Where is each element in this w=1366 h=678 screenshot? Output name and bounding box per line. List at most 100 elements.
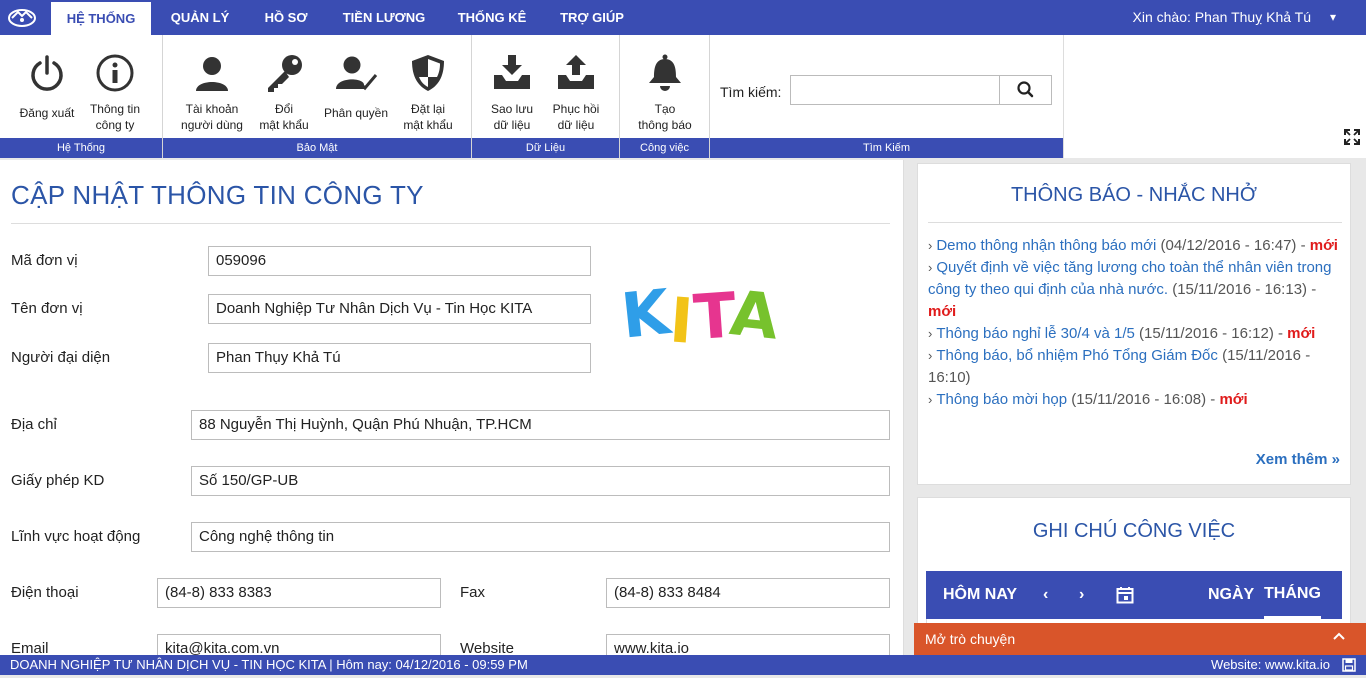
chevron-right-icon: ›	[928, 260, 933, 275]
see-more-label: Xem thêm	[1255, 451, 1328, 468]
search-input[interactable]	[790, 75, 1000, 105]
ribbon-group-search-caption: Tìm Kiếm	[710, 138, 1063, 158]
user-icon	[196, 57, 228, 91]
kita-logo-letter-i: I	[667, 283, 695, 352]
tab-tro-giup[interactable]: TRỢ GIÚP	[551, 0, 633, 35]
search-button[interactable]	[999, 75, 1052, 105]
address-input[interactable]: 88 Nguyễn Thị Huỳnh, Quận Phú Nhuận, TP.…	[191, 410, 890, 440]
notice-link[interactable]: Thông báo mời họp	[936, 391, 1067, 408]
website-input[interactable]: www.kita.io	[606, 634, 890, 655]
company-info-button[interactable]: Thông tin công ty	[80, 53, 150, 133]
fax-input[interactable]: (84-8) 833 8484	[606, 578, 890, 608]
ribbon-toolbar: Đăng xuất Thông tin công ty Hệ Thống Tài…	[0, 35, 1063, 158]
notice-link[interactable]: Thông báo nghỉ lễ 30/4 và 1/5	[936, 325, 1135, 342]
reset-password-label: Đặt lại mật khẩu	[403, 102, 453, 132]
unit-code-input[interactable]: 059096	[208, 246, 591, 276]
notice-item: › Thông báo mời họp (15/11/2016 - 16:08) …	[928, 389, 1342, 411]
notice-link[interactable]: Thông báo, bổ nhiệm Phó Tổng Giám Đốc	[936, 347, 1218, 364]
notice-list: › Demo thông nhận thông báo mới (04/12/20…	[928, 235, 1342, 411]
user-account-label: Tài khoản người dùng	[181, 102, 243, 132]
power-icon	[31, 55, 63, 91]
email-label: Email	[11, 640, 49, 655]
today-button[interactable]: HÔM NAY	[943, 571, 1017, 619]
change-password-button[interactable]: Đổi mật khẩu	[251, 53, 317, 133]
calendar-icon[interactable]	[1116, 586, 1134, 609]
notice-date: (15/11/2016 - 16:08) -	[1067, 391, 1220, 408]
notice-link[interactable]: Demo thông nhận thông báo mới	[936, 237, 1156, 254]
notice-date: (15/11/2016 - 16:13) -	[1168, 281, 1317, 298]
permissions-label: Phân quyền	[323, 106, 389, 120]
notice-item: › Thông báo nghỉ lễ 30/4 và 1/5 (15/11/20…	[928, 323, 1342, 345]
ribbon-group-security-caption: Bảo Mật	[163, 138, 471, 158]
permissions-button[interactable]: Phân quyền	[320, 53, 392, 121]
ribbon-group-search: Tìm kiếm: Tìm Kiếm	[710, 35, 1063, 158]
restore-label: Phục hồi dữ liệu	[552, 102, 600, 132]
day-view-button[interactable]: NGÀY	[1208, 571, 1254, 619]
next-arrow-icon[interactable]: ›	[1079, 571, 1084, 619]
change-password-label: Đổi mật khẩu	[259, 102, 309, 132]
license-label: Giấy phép KD	[11, 472, 105, 489]
chat-bar[interactable]: Mở trò chuyện	[914, 623, 1366, 655]
kita-logo-letter-k: K	[620, 275, 675, 352]
chevron-right-icon: ›	[928, 238, 933, 253]
representative-label: Người đại diện	[11, 349, 111, 366]
phone-input[interactable]: (84-8) 833 8383	[157, 578, 441, 608]
footer-company-date: DOANH NGHIỆP TƯ NHÂN DỊCH VỤ - TIN HỌC K…	[10, 657, 528, 672]
restore-button[interactable]: Phục hồi dữ liệu	[544, 53, 608, 133]
backup-label: Sao lưu dữ liệu	[490, 102, 534, 132]
ribbon-group-system-caption: Hệ Thống	[0, 138, 162, 158]
page-title: CẬP NHẬT THÔNG TIN CÔNG TY	[11, 180, 424, 210]
notice-date: (04/12/2016 - 16:47) -	[1156, 237, 1310, 254]
notice-item: › Thông báo, bổ nhiệm Phó Tổng Giám Đốc (…	[928, 345, 1342, 389]
notice-title: THÔNG BÁO - NHẮC NHỞ	[1010, 184, 1258, 206]
notice-item: › Quyết định về việc tăng lương cho toàn …	[928, 257, 1342, 323]
notice-date: (15/11/2016 - 16:12) -	[1134, 325, 1288, 342]
save-disk-icon[interactable]	[1342, 658, 1356, 678]
ribbon-group-system: Đăng xuất Thông tin công ty Hệ Thống	[0, 35, 163, 158]
logout-button[interactable]: Đăng xuất	[12, 53, 82, 121]
unit-code-label: Mã đơn vị	[11, 252, 78, 269]
email-input[interactable]: kita@kita.com.vn	[157, 634, 441, 655]
create-notice-label: Tạo thông báo	[638, 102, 692, 132]
app-logo-icon[interactable]	[6, 6, 38, 28]
task-notes-title: GHI CHÚ CÔNG VIỆC	[1032, 520, 1236, 542]
ribbon-group-work-caption: Công việc	[620, 138, 709, 158]
new-badge: mới	[1287, 325, 1316, 342]
prev-arrow-icon[interactable]: ‹	[1043, 571, 1048, 619]
user-greeting[interactable]: Xin chào: Phan Thuỵ Khả Tú	[1133, 0, 1312, 35]
backup-button[interactable]: Sao lưu dữ liệu	[482, 53, 542, 133]
notice-item: › Demo thông nhận thông báo mới (04/12/20…	[928, 235, 1342, 257]
calendar-toolbar: HÔM NAY ‹ › NGÀY THÁNG	[926, 571, 1342, 619]
representative-input[interactable]: Phan Thụy Khả Tú	[208, 343, 591, 373]
tab-tien-luong[interactable]: TIỀN LƯƠNG	[333, 0, 435, 35]
notice-panel: THÔNG BÁO - NHẮC NHỞ › Demo thông nhận th…	[917, 163, 1351, 485]
see-more-link[interactable]: Xem thêm »	[1256, 451, 1340, 468]
kita-logo-letter-a: A	[727, 276, 780, 352]
chevron-up-icon[interactable]	[1332, 629, 1346, 646]
info-icon	[96, 54, 134, 92]
business-field-input[interactable]: Công nghệ thông tin	[191, 522, 890, 552]
address-label: Địa chỉ	[11, 416, 57, 433]
company-info-label: Thông tin công ty	[89, 102, 141, 132]
footer-website[interactable]: Website: www.kita.io	[1211, 655, 1330, 675]
logout-label: Đăng xuất	[19, 106, 75, 120]
ribbon-group-work: Tạo thông báo Công việc	[620, 35, 710, 158]
license-input[interactable]: Số 150/GP-UB	[191, 466, 890, 496]
tab-he-thong[interactable]: HỆ THỐNG	[51, 2, 151, 35]
create-notice-button[interactable]: Tạo thông báo	[630, 53, 700, 133]
key-icon	[268, 55, 302, 92]
fullscreen-icon[interactable]	[1344, 129, 1360, 150]
tab-ho-so[interactable]: HỒ SƠ	[255, 0, 317, 35]
user-account-button[interactable]: Tài khoản người dùng	[176, 53, 248, 133]
unit-name-input[interactable]: Doanh Nghiệp Tư Nhân Dịch Vụ - Tin Học K…	[208, 294, 591, 324]
ribbon-group-data-caption: Dữ Liệu	[472, 138, 619, 158]
shield-icon	[412, 55, 444, 91]
month-view-button[interactable]: THÁNG	[1264, 571, 1321, 619]
fax-label: Fax	[460, 584, 486, 601]
reset-password-button[interactable]: Đặt lại mật khẩu	[395, 53, 461, 133]
tab-thong-ke[interactable]: THỐNG KÊ	[449, 0, 535, 35]
user-menu-caret-icon[interactable]: ▾	[1330, 0, 1336, 35]
chevron-right-icon: ›	[928, 326, 933, 341]
tab-quan-ly[interactable]: QUẢN LÝ	[160, 0, 240, 35]
title-divider	[11, 223, 890, 224]
